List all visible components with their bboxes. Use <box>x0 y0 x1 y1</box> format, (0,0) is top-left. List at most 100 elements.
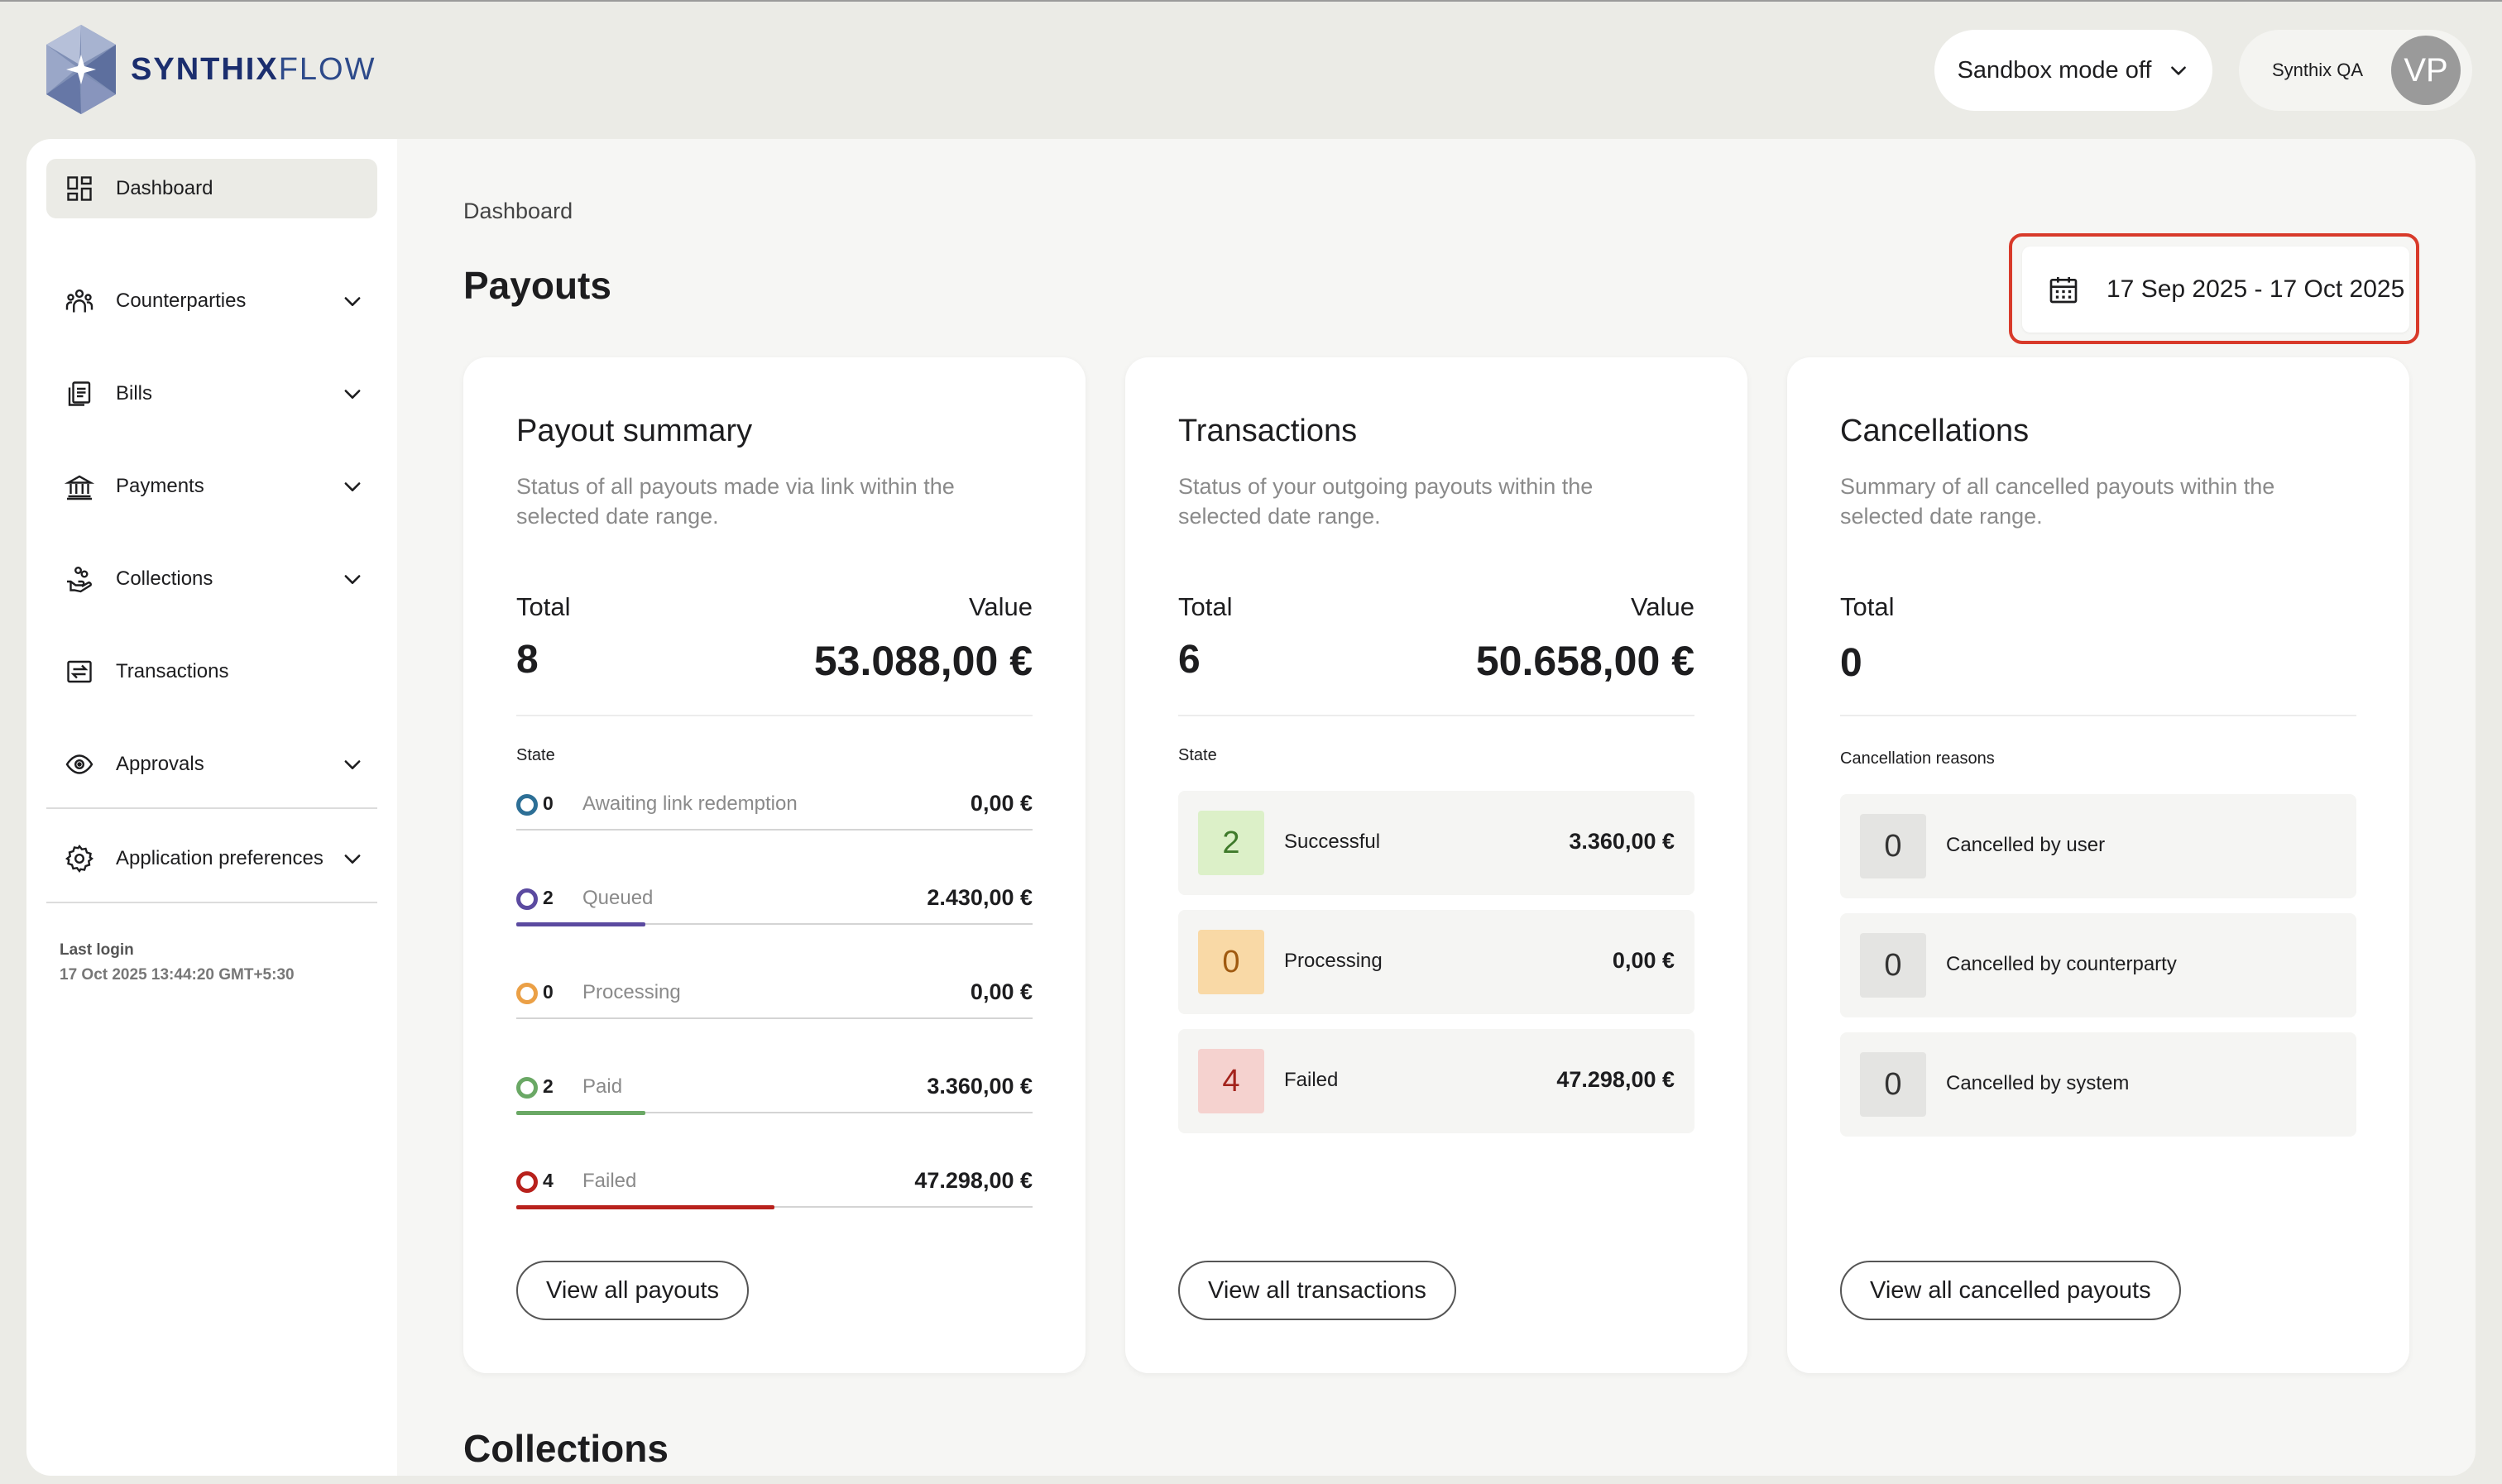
state-label: State <box>516 746 555 764</box>
sidebar-divider <box>46 902 377 903</box>
transaction-state-row: 0 Processing 0,00 € <box>1178 910 1694 1014</box>
sidebar-item-application-preferences[interactable]: Application preferences <box>46 829 377 888</box>
payout-summary-card: Payout summary Status of all payouts mad… <box>463 357 1086 1373</box>
count-badge: 0 <box>1860 1052 1926 1117</box>
status-ring-icon <box>516 983 538 1004</box>
chevron-down-icon[interactable] <box>341 567 364 591</box>
user-menu[interactable]: Synthix QA VP <box>2239 30 2472 111</box>
transaction-state-row: 2 Successful 3.360,00 € <box>1178 791 1694 895</box>
status-ring-icon <box>516 888 538 910</box>
count-badge: 0 <box>1860 933 1926 998</box>
transaction-state-row: 4 Failed 47.298,00 € <box>1178 1029 1694 1133</box>
cancellation-reason-row: 0 Cancelled by counterparty <box>1840 913 2356 1017</box>
state-count: 0 <box>543 792 554 814</box>
avatar[interactable]: VP <box>2391 36 2461 105</box>
count-badge: 0 <box>1860 814 1926 878</box>
state-name: Failed <box>1284 1069 1339 1091</box>
cancellation-reason-row: 0 Cancelled by user <box>1840 794 2356 898</box>
view-all-cancelled-payouts-button[interactable]: View all cancelled payouts <box>1840 1261 2181 1320</box>
card-description: Status of all payouts made via link with… <box>516 474 955 529</box>
card-title: Transactions <box>1178 414 1358 448</box>
sidebar-item-approvals[interactable]: Approvals <box>46 735 377 794</box>
chevron-down-icon[interactable] <box>341 290 364 313</box>
progress-track <box>516 829 1033 831</box>
chevron-down-icon[interactable] <box>341 847 364 870</box>
view-all-payouts-button[interactable]: View all payouts <box>516 1261 750 1320</box>
sidebar-item-label: Transactions <box>116 660 229 682</box>
state-name: Queued <box>582 887 654 909</box>
top-border <box>0 0 2502 2</box>
state-count: 4 <box>543 1170 554 1191</box>
chevron-down-icon[interactable] <box>341 475 364 498</box>
progress-fill <box>516 1111 645 1115</box>
total-label: Total <box>516 592 571 621</box>
state-amount: 0,00 € <box>1612 948 1675 973</box>
sidebar-item-label: Application preferences <box>116 847 324 869</box>
sidebar-divider <box>46 807 377 809</box>
chevron-down-icon <box>2171 66 2187 75</box>
status-ring-icon <box>516 1077 538 1099</box>
total-count: 6 <box>1178 638 1201 682</box>
card-title: Cancellations <box>1840 414 2030 448</box>
card-divider <box>516 715 1033 716</box>
card-divider <box>1178 715 1694 716</box>
state-count: 0 <box>543 981 554 1003</box>
logo-wordmark: SYNTHIXFLOW <box>131 52 376 88</box>
progress-fill <box>516 922 645 926</box>
state-label: State <box>1178 746 1217 764</box>
logo-bold-text: SYNTHIX <box>131 51 279 87</box>
count-badge: 2 <box>1198 811 1264 875</box>
payout-state-row: 2 Queued 2.430,00 € <box>516 880 1033 930</box>
sidebar-item-payments[interactable]: Payments <box>46 457 377 516</box>
state-amount: 47.298,00 € <box>914 1168 1033 1193</box>
last-login-label: Last login <box>60 941 134 959</box>
total-label: Total <box>1178 592 1233 621</box>
sidebar-item-dashboard[interactable]: Dashboard <box>46 159 377 218</box>
progress-fill <box>516 1205 774 1209</box>
state-amount: 0,00 € <box>970 791 1033 816</box>
sidebar-item-transactions[interactable]: Transactions <box>46 642 377 701</box>
app-logo[interactable]: SYNTHIXFLOW <box>38 22 376 117</box>
sidebar-item-label: Dashboard <box>116 177 213 199</box>
chevron-down-icon[interactable] <box>341 382 364 405</box>
hand-coins-icon <box>65 564 94 594</box>
count-badge: 0 <box>1198 930 1264 994</box>
gear-icon <box>65 844 94 874</box>
state-amount: 3.360,00 € <box>927 1074 1033 1099</box>
sandbox-mode-dropdown[interactable]: Sandbox mode off <box>1934 30 2212 111</box>
sidebar-item-label: Counterparties <box>116 290 247 312</box>
total-count: 8 <box>516 638 539 682</box>
state-name: Paid <box>582 1075 623 1098</box>
sidebar-item-collections[interactable]: Collections <box>46 549 377 609</box>
date-range-picker[interactable]: 17 Sep 2025 - 17 Oct 2025 <box>2022 247 2409 333</box>
state-amount: 2.430,00 € <box>927 885 1033 910</box>
chevron-down-icon[interactable] <box>341 753 364 776</box>
view-all-transactions-button[interactable]: View all transactions <box>1178 1261 1456 1320</box>
payout-state-row: 0 Processing 0,00 € <box>516 974 1033 1024</box>
status-ring-icon <box>516 1171 538 1193</box>
logo-mark-icon <box>46 25 116 114</box>
reason-name: Cancelled by counterparty <box>1946 953 2177 975</box>
card-description: Status of your outgoing payouts within t… <box>1178 474 1594 529</box>
card-description: Summary of all cancelled payouts within … <box>1840 474 2275 529</box>
payout-state-row: 4 Failed 47.298,00 € <box>516 1163 1033 1213</box>
date-range-value: 17 Sep 2025 - 17 Oct 2025 <box>2107 275 2405 303</box>
cancellation-reasons-label: Cancellation reasons <box>1840 749 1995 768</box>
count-badge: 4 <box>1198 1049 1264 1113</box>
dashboard-icon <box>65 174 94 203</box>
state-name: Processing <box>1284 950 1383 972</box>
transactions-card: Transactions Status of your outgoing pay… <box>1125 357 1747 1373</box>
sidebar-item-label: Collections <box>116 567 213 590</box>
last-login-value: 17 Oct 2025 13:44:20 GMT+5:30 <box>60 966 295 984</box>
reason-name: Cancelled by user <box>1946 834 2106 856</box>
user-name: Synthix QA <box>2272 60 2364 80</box>
state-amount: 47.298,00 € <box>1556 1067 1675 1092</box>
calendar-icon <box>2049 277 2078 304</box>
logo-light-text: FLOW <box>278 51 376 87</box>
state-name: Failed <box>582 1170 637 1192</box>
sidebar-item-bills[interactable]: Bills <box>46 364 377 424</box>
sidebar-item-counterparties[interactable]: Counterparties <box>46 271 377 331</box>
total-value: 53.088,00 € <box>813 638 1033 684</box>
breadcrumb[interactable]: Dashboard <box>463 199 573 224</box>
payout-state-row: 0 Awaiting link redemption 0,00 € <box>516 786 1033 835</box>
